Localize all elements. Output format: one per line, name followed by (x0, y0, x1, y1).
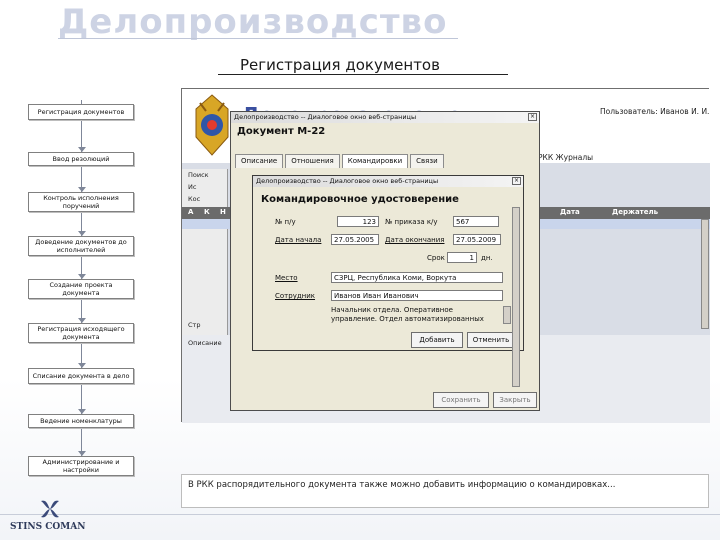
flow-step-control: Контроль исполнения поручений (28, 192, 134, 212)
start-date-label: Дата начала (275, 236, 322, 244)
app-menu[interactable]: РКК Журналы (538, 153, 593, 162)
department-scrollbar[interactable] (503, 306, 511, 324)
dialog-titlebar: Делопроизводство -- Диалоговое окно веб-… (231, 112, 539, 123)
title-divider (58, 38, 458, 39)
tab-relations[interactable]: Отношения (285, 154, 340, 168)
grid-col-n[interactable]: Н (220, 208, 226, 216)
dialog-titlebar: Делопроизводство -- Диалоговое окно веб-… (253, 176, 523, 187)
trip-dialog: Делопроизводство -- Диалоговое окно веб-… (252, 175, 524, 351)
add-button[interactable]: Добавить (411, 332, 463, 348)
slide: Делопроизводство Регистрация документов … (0, 0, 720, 540)
start-date-field[interactable]: 27.05.2005 (331, 234, 379, 245)
user-label: Пользователь: Иванов И. И. (600, 107, 710, 116)
company-logo: STINS COMAN (10, 498, 92, 534)
department-text: Начальник отдела. Оперативное управление… (331, 306, 484, 323)
tab-trips[interactable]: Командировки (341, 154, 409, 168)
end-date-label: Дата окончания (385, 236, 445, 244)
app-screenshot: Делопроизводство Пользователь: Иванов И.… (181, 88, 710, 423)
close-icon[interactable]: × (528, 113, 537, 121)
term-unit: дн. (481, 254, 493, 262)
order-label: № приказа к/у (385, 218, 438, 226)
side-item[interactable]: Кос (188, 195, 200, 203)
save-button[interactable]: Сохранить (433, 392, 489, 408)
flow-step-delivery: Доведение документов до исполнителей (28, 236, 134, 256)
flow-step-draft: Создание проекта документа (28, 279, 134, 299)
flow-step-registration: Регистрация документов (28, 104, 134, 120)
side-item[interactable]: Стр (188, 321, 200, 329)
cancel-button[interactable]: Отменить (467, 332, 515, 348)
employee-label: Сотрудник (275, 292, 316, 300)
emblem-icon (195, 94, 229, 156)
logo-text: STINS COMAN (10, 522, 86, 532)
tab-links[interactable]: Связи (410, 154, 444, 168)
slide-subtitle: Регистрация документов (240, 56, 440, 74)
slide-caption: В РКК распорядительного документа также … (181, 474, 709, 508)
employee-field[interactable]: Иванов Иван Иванович (331, 290, 503, 301)
grid-col-a[interactable]: А (188, 208, 193, 216)
flow-step-writeoff: Списание документа в дело (28, 368, 134, 384)
dialog-title: Делопроизводство -- Диалоговое окно веб-… (234, 113, 417, 121)
close-icon[interactable]: × (512, 177, 521, 185)
close-button[interactable]: Закрыть (493, 392, 537, 408)
num-label: № п/у (275, 218, 296, 226)
tab-description[interactable]: Описание (235, 154, 284, 168)
logo-icon (41, 500, 59, 518)
place-label: Место (275, 274, 298, 282)
flow-step-nomenclature: Ведение номенклатуры (28, 414, 134, 428)
term-label: Срок (427, 254, 445, 262)
grid-col-holder[interactable]: Держатель (612, 208, 658, 216)
document-title: Документ М-22 (237, 126, 326, 137)
grid-col-date[interactable]: Дата (560, 208, 580, 216)
end-date-field[interactable]: 27.05.2009 (453, 234, 501, 245)
document-tabs: Описание Отношения Командировки Связи (235, 154, 446, 168)
place-field[interactable]: СЗРЦ, Республика Коми, Воркута (331, 272, 503, 283)
flow-step-outgoing: Регистрация исходящего документа (28, 323, 134, 343)
grid-scrollbar[interactable] (701, 219, 709, 329)
num-field[interactable]: 123 (337, 216, 379, 227)
bottom-tab-description[interactable]: Описание (188, 339, 222, 347)
side-item[interactable]: Поиск (188, 171, 209, 179)
grid-col-k[interactable]: К (204, 208, 210, 216)
window-scrollbar[interactable] (512, 207, 520, 387)
footer-divider (0, 514, 720, 515)
term-field[interactable]: 1 (447, 252, 477, 263)
flow-step-resolutions: Ввод резолюций (28, 152, 134, 166)
dialog-title: Делопроизводство -- Диалоговое окно веб-… (256, 177, 439, 185)
subtitle-underline (218, 74, 508, 75)
order-field[interactable]: 567 (453, 216, 499, 227)
form-title: Командировочное удостоверение (261, 194, 459, 205)
side-item[interactable]: Ис (188, 183, 196, 191)
slide-title: Делопроизводство (58, 2, 448, 42)
flow-step-admin: Администрирование и настройки (28, 456, 134, 476)
